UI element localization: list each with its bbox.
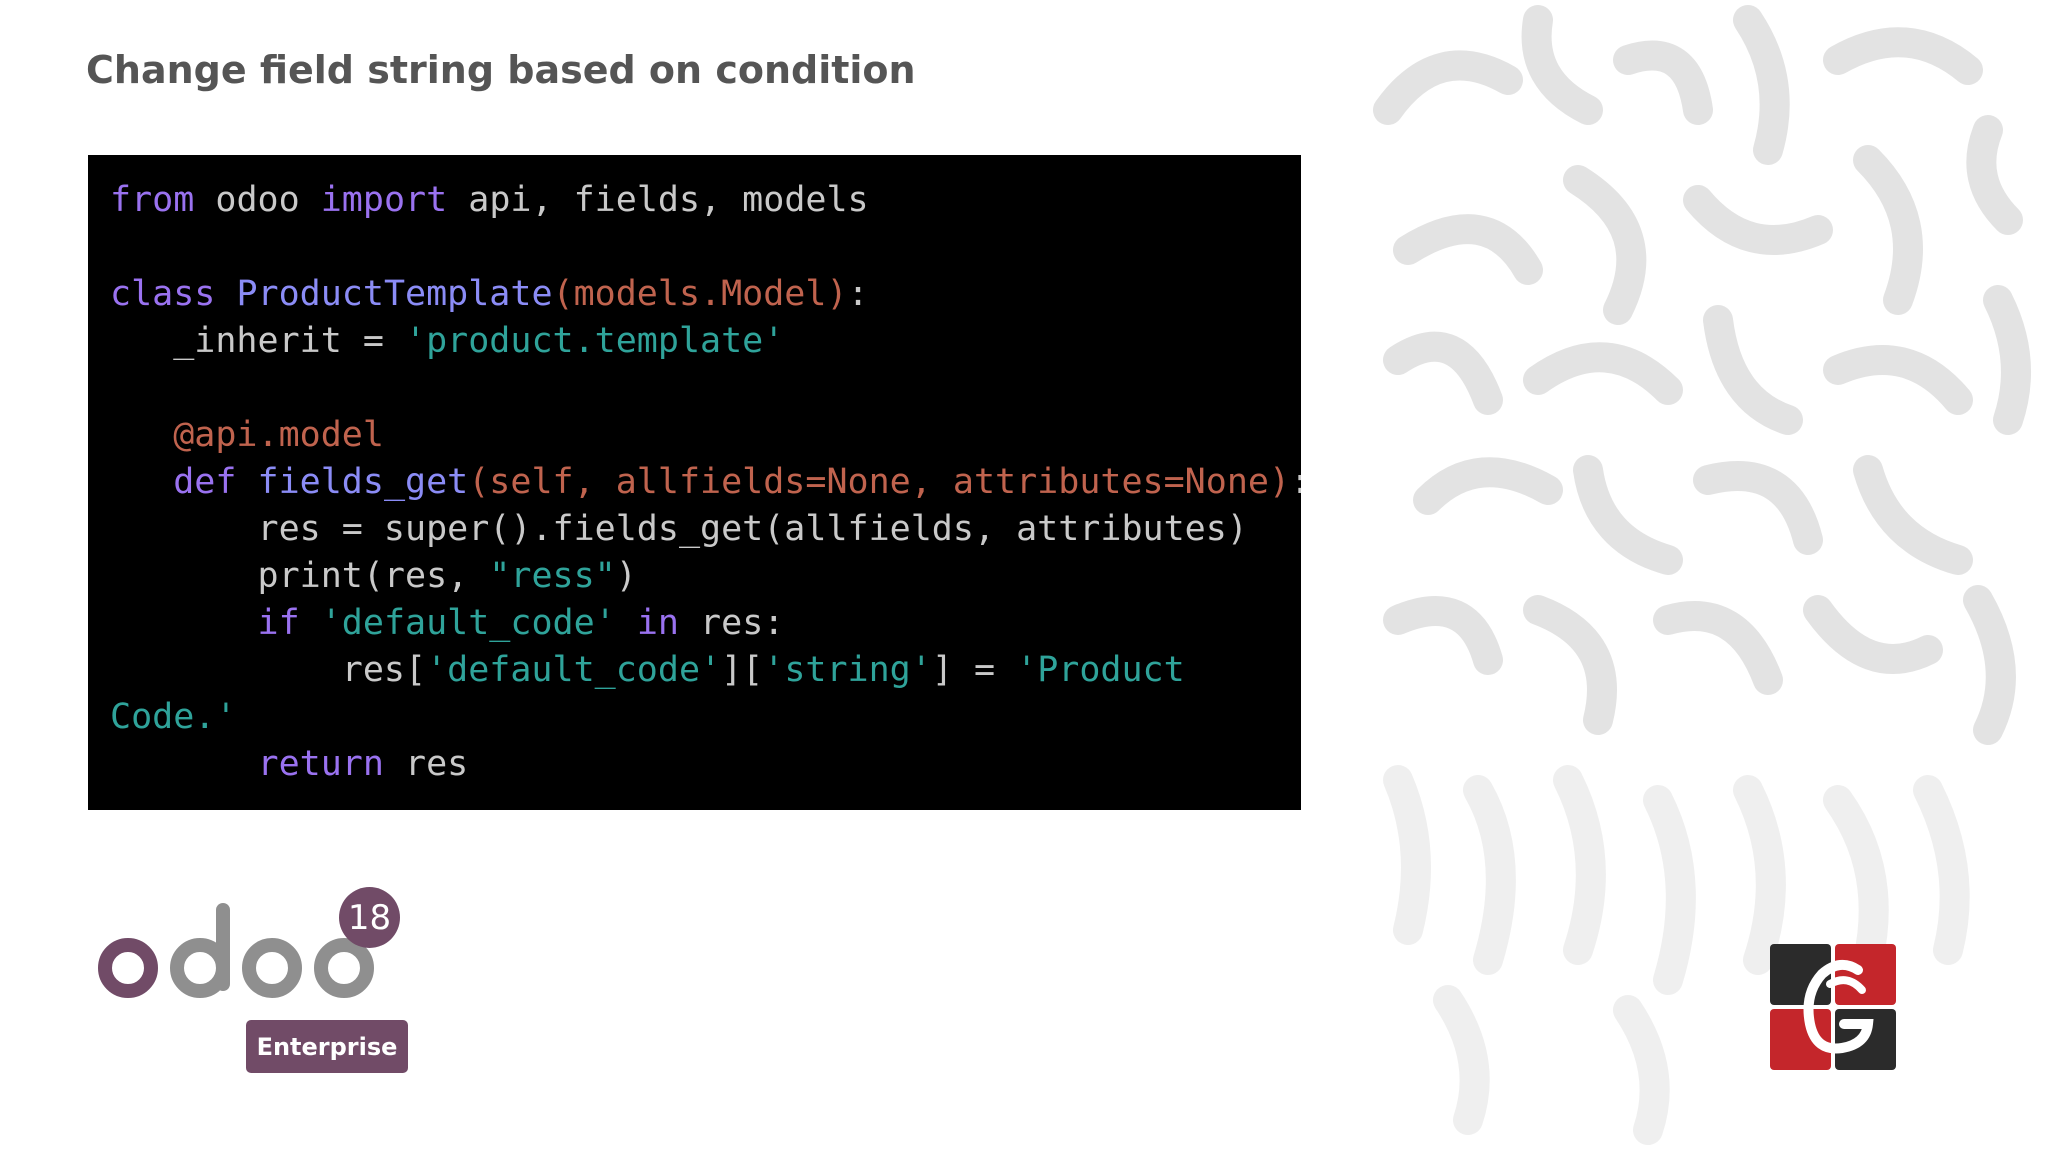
code-token: ProductTemplate [236,274,553,314]
code-token: (models.Model) [552,274,848,314]
code-token: : [1290,462,1301,502]
code-token: res[ [110,650,427,690]
code-block: from odoo import api, fields, models clas… [88,155,1301,810]
code-token: : [847,274,869,314]
code-token: (self, allfields=None, attributes=None) [468,462,1291,502]
code-token: @api.model [110,415,384,455]
code-token: 'product.template' [405,321,785,361]
code-token: return [110,744,384,784]
code-token: res: [678,603,785,643]
code-token: api, fields, models [447,180,869,220]
code-token: import [320,180,448,220]
code-token: ) [615,556,637,596]
code-token: ][ [721,650,764,690]
company-monogram-icon [1770,944,1896,1070]
background-pattern [1373,5,2031,1145]
code-token: if [110,603,300,643]
code-token: fields_get [257,462,469,502]
code-token: 'string' [763,650,932,690]
code-token: res [383,744,469,784]
code-line: Code.' [110,694,1301,741]
code-token: _inherit = [110,321,406,361]
code-token: print(res, [110,556,490,596]
code-line: _inherit = 'product.template' [110,318,1301,365]
code-token: from [110,180,195,220]
code-line: return res [110,741,1301,788]
code-token: res = super().fields_get(allfields, attr… [110,509,1248,549]
code-token: in [636,603,679,643]
edition-label: Enterprise [246,1020,408,1073]
code-token: class [110,274,216,314]
code-token: 'Product [1016,650,1185,690]
code-line: from odoo import api, fields, models [110,177,1301,224]
code-token: ] = [931,650,1017,690]
code-line: @api.model [110,412,1301,459]
code-line: res['default_code']['string'] = 'Product [110,647,1301,694]
code-token: 'default_code' [320,603,616,643]
code-line: if 'default_code' in res: [110,600,1301,647]
code-token: def [110,462,237,502]
code-line: class ProductTemplate(models.Model): [110,271,1301,318]
code-token: odoo [194,180,321,220]
code-line: def fields_get(self, allfields=None, att… [110,459,1301,506]
code-line: print(res, "ress") [110,553,1301,600]
code-line: res = super().fields_get(allfields, attr… [110,506,1301,553]
code-token: "ress" [489,556,616,596]
code-token: 'default_code' [426,650,722,690]
version-badge: 18 [339,887,400,948]
slide-title: Change field string based on condition [86,48,916,92]
code-token: Code.' [110,697,237,737]
